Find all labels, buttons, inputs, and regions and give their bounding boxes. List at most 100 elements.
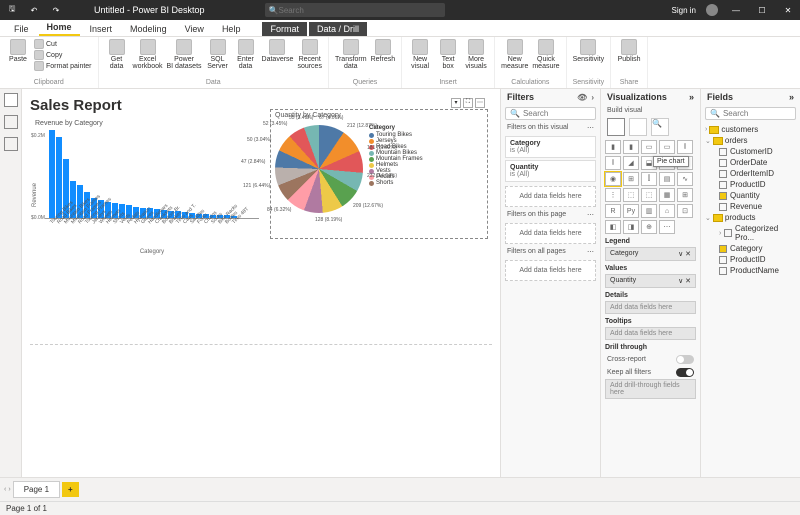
bar-chart-visual[interactable]: Revenue by Category Revenue $0.2M $0.0M … (30, 117, 260, 262)
add-page-button[interactable]: + (62, 482, 79, 497)
ribbon-tab-ctx[interactable]: Data / Drill (309, 22, 367, 36)
viz-type-icon[interactable]: ⋯ (659, 220, 675, 234)
save-icon[interactable]: 🖫 (4, 3, 20, 17)
viz-type-icon[interactable]: ⫿ (641, 172, 657, 186)
view-icon[interactable]: 👁 (577, 93, 587, 102)
minimize-button[interactable]: — (728, 6, 744, 15)
report-canvas[interactable]: Sales Report Revenue by Category Revenue… (22, 89, 500, 477)
keep-filters-toggle[interactable] (676, 368, 694, 377)
field-menu-icon[interactable]: ∨ ✕ (678, 250, 691, 258)
fields-table[interactable]: ⌄products (705, 212, 796, 223)
more-icon[interactable]: ⋯ (475, 98, 485, 108)
viz-type-icon[interactable]: ⫾ (677, 140, 693, 154)
ribbon-item[interactable]: Getdata (105, 39, 129, 70)
ribbon-item[interactable]: Morevisuals (464, 39, 488, 70)
maximize-button[interactable]: ☐ (754, 6, 770, 15)
ribbon-item[interactable]: Dataverse (262, 39, 294, 63)
viz-type-icon[interactable]: Py (623, 204, 639, 218)
viz-type-icon[interactable]: ⊞ (623, 172, 639, 186)
ribbon-item[interactable]: Publish (617, 39, 641, 63)
ribbon-item[interactable]: Newvisual (408, 39, 432, 70)
fields-field[interactable]: Category (705, 243, 796, 254)
page-tab[interactable]: Page 1 (13, 481, 60, 498)
model-view-icon[interactable] (4, 137, 18, 151)
report-view-icon[interactable] (4, 93, 18, 107)
ribbon-item[interactable]: Textbox (436, 39, 460, 70)
field-checkbox[interactable] (724, 229, 732, 237)
data-view-icon[interactable] (4, 115, 18, 129)
viz-type-icon[interactable]: ◧ (605, 220, 621, 234)
field-checkbox[interactable] (719, 192, 727, 200)
filter-drop-visual[interactable]: Add data fields here (505, 186, 596, 207)
bar[interactable] (56, 137, 62, 218)
ribbon-tab-ctx[interactable]: Format (262, 22, 307, 36)
ribbon-tab-help[interactable]: Help (214, 22, 249, 36)
fields-field[interactable]: ›Categorized Pro... (705, 223, 796, 243)
fields-field[interactable]: Quantity (705, 190, 796, 201)
build-visual-tab-icon[interactable] (607, 118, 625, 136)
fields-field[interactable]: OrderDate (705, 157, 796, 168)
filter-card[interactable]: Quantityis (All) (505, 160, 596, 182)
values-field[interactable]: Quantity∨ ✕ (605, 274, 696, 288)
avatar-icon[interactable] (706, 4, 718, 16)
format-visual-tab-icon[interactable] (629, 118, 647, 136)
viz-type-icon[interactable]: R (605, 204, 621, 218)
close-button[interactable]: ✕ (780, 6, 796, 15)
viz-type-icon[interactable]: ▭ (641, 140, 657, 154)
field-checkbox[interactable] (719, 170, 727, 178)
field-checkbox[interactable] (719, 256, 727, 264)
collapse-icon[interactable]: » (789, 92, 794, 102)
ribbon-item[interactable]: Transformdata (335, 39, 367, 70)
ribbon-tab-file[interactable]: File (6, 22, 37, 36)
details-drop[interactable]: Add data fields here (605, 301, 696, 314)
drill-drop[interactable]: Add drill-through fields here (605, 379, 696, 399)
page-prev-icon[interactable]: ‹ (4, 486, 6, 493)
viz-type-icon[interactable]: ⬚ (623, 188, 639, 202)
field-checkbox[interactable] (719, 181, 727, 189)
viz-type-icon[interactable]: ◢ (623, 156, 639, 170)
viz-type-icon[interactable]: ⬚ (641, 188, 657, 202)
fields-table[interactable]: ›customers (705, 124, 796, 135)
viz-type-icon[interactable]: ◨ (623, 220, 639, 234)
paste-button[interactable]: Paste (6, 39, 30, 63)
ribbon-item[interactable]: Newmeasure (501, 39, 528, 70)
ribbon-item[interactable]: Enterdata (234, 39, 258, 70)
format-painter-button[interactable]: Format painter (34, 61, 92, 71)
filter-drop-page[interactable]: Add data fields here (505, 223, 596, 244)
viz-type-icon[interactable]: ▮ (605, 140, 621, 154)
viz-type-icon[interactable]: ⌂ (659, 204, 675, 218)
filter-drop-all[interactable]: Add data fields here (505, 260, 596, 281)
ribbon-item[interactable]: Excelworkbook (133, 39, 163, 70)
redo-icon[interactable]: ↷ (48, 6, 64, 15)
tooltips-drop[interactable]: Add data fields here (605, 327, 696, 340)
page-next-icon[interactable]: › (8, 486, 10, 493)
analytics-tab-icon[interactable]: 🔍 (651, 118, 669, 136)
pie-chart-visual[interactable]: ▾ ⛶ ⋯ Quantity by Category 212 (12.87%)1… (270, 109, 488, 239)
filter-icon[interactable]: ▾ (451, 98, 461, 108)
fields-field[interactable]: ProductID (705, 254, 796, 265)
collapse-icon[interactable]: » (689, 92, 694, 102)
field-checkbox[interactable] (719, 245, 727, 253)
filter-card[interactable]: Categoryis (All) (505, 136, 596, 158)
bar[interactable] (49, 130, 55, 218)
fields-field[interactable]: Revenue (705, 201, 796, 212)
more-icon[interactable]: ⋯ (587, 124, 594, 132)
more-icon[interactable]: ⋯ (587, 211, 594, 219)
legend-field[interactable]: Category∨ ✕ (605, 247, 696, 261)
ribbon-item[interactable]: Recentsources (297, 39, 322, 70)
fields-field[interactable]: CustomerID (705, 146, 796, 157)
viz-type-icon[interactable]: ◉ (605, 172, 621, 186)
cross-report-toggle[interactable] (676, 355, 694, 364)
ribbon-item[interactable]: PowerBI datasets (167, 39, 202, 70)
viz-type-icon[interactable]: ⫾ (605, 156, 621, 170)
ribbon-tab-insert[interactable]: Insert (82, 22, 121, 36)
viz-type-icon[interactable]: ▮ (623, 140, 639, 154)
more-icon[interactable]: ⋯ (587, 248, 594, 256)
field-menu-icon[interactable]: ∨ ✕ (678, 277, 691, 285)
viz-type-icon[interactable]: ⊡ (677, 204, 693, 218)
undo-icon[interactable]: ↶ (26, 6, 42, 15)
legend-item[interactable]: Shorts (369, 180, 423, 186)
fields-search[interactable]: 🔍 (705, 107, 796, 120)
viz-type-icon[interactable]: ▦ (659, 188, 675, 202)
ribbon-tab-modeling[interactable]: Modeling (122, 22, 175, 36)
